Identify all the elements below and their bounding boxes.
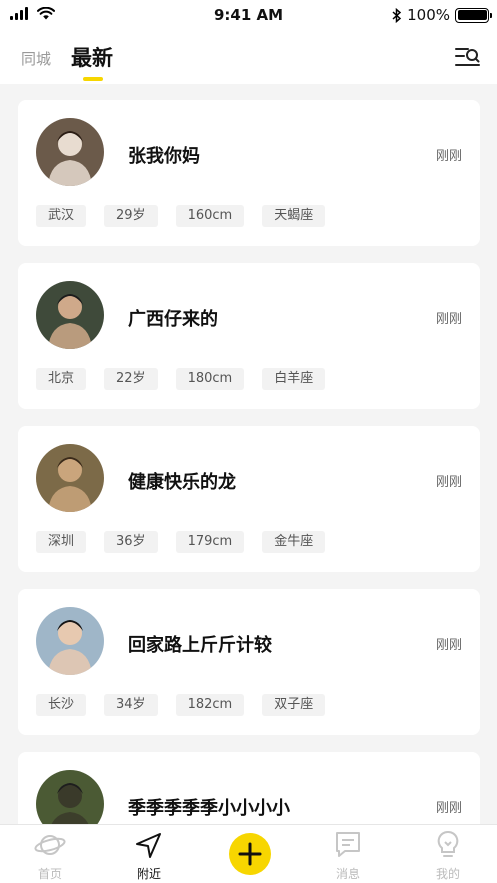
avatar[interactable] [36,607,104,675]
user-tag: 双子座 [262,694,326,716]
user-tag: 长沙 [36,694,87,716]
user-card[interactable]: 回家路上斤斤计较 刚刚长沙 34岁 182cm 双子座 [18,589,480,735]
tab-home[interactable]: 首页 [20,829,80,882]
user-tag: 180cm [175,368,245,390]
user-tag: 深圳 [36,531,87,553]
user-card[interactable]: 健康快乐的龙 刚刚深圳 36岁 179cm 金牛座 [18,426,480,572]
user-tag: 武汉 [36,205,87,227]
post-time: 刚刚 [435,638,462,653]
post-time: 刚刚 [435,149,462,164]
status-right: 100% [392,6,492,24]
user-name: 季季季季季小小小小 [128,798,290,819]
battery-icon [455,7,492,23]
lightbulb-icon [437,830,459,857]
tab-messages[interactable]: 消息 [318,829,378,882]
tab-mine-label: 我的 [435,867,460,881]
user-tags: 武汉 29岁 160cm 天蝎座 [36,205,326,227]
user-tag: 182cm [175,694,245,716]
avatar[interactable] [36,281,104,349]
user-card[interactable]: 广西仔来的 刚刚北京 22岁 180cm 白羊座 [18,263,480,409]
user-tags: 深圳 36岁 179cm 金牛座 [36,531,326,553]
user-tag: 29岁 [104,205,158,227]
user-tag: 179cm [175,531,245,553]
avatar[interactable] [36,118,104,186]
post-time: 刚刚 [435,312,462,327]
planet-icon [34,835,66,855]
user-tag: 天蝎座 [262,205,326,227]
battery-fill [457,10,487,20]
tab-nearby[interactable]: 同城 [21,48,51,69]
publish-button[interactable] [229,833,271,875]
active-tab-indicator [83,77,103,81]
user-tag: 白羊座 [262,368,326,390]
navigation-arrow-icon [136,833,161,858]
user-list: 张我你妈 刚刚 武汉 29岁 160cm 天蝎座 广西仔来的 刚刚 北京 22岁 180cm 白羊座健… [18,100,480,883]
status-bar: 9:41 AM 100% [0,0,497,30]
user-name: 广西仔来的 [128,309,218,330]
top-nav: 同城 最新 [0,30,497,84]
post-time: 刚刚 [435,475,462,490]
user-name: 张我你妈 [128,146,200,167]
tab-mine[interactable]: 我的 [418,829,478,882]
user-tag: 34岁 [104,694,158,716]
post-time: 刚刚 [435,801,462,816]
user-tag: 金牛座 [262,531,326,553]
user-tag: 160cm [175,205,245,227]
bottom-tab-bar: 首页 附近 消息 我的 [0,824,497,883]
user-name: 健康快乐的龙 [128,472,236,493]
tab-nearby-bottom[interactable]: 附近 [119,829,179,882]
user-tag: 22岁 [104,368,158,390]
app-screen: 9:41 AM 100% 同城 最新 张我你妈 刚刚 武汉 29岁 160cm 天蝎座 广西… [0,0,497,883]
tab-home-label: 首页 [37,867,62,881]
user-name: 回家路上斤斤计较 [128,635,272,656]
tab-nearby-label: 附近 [136,867,161,881]
tab-latest[interactable]: 最新 [71,42,113,72]
user-tags: 北京 22岁 180cm 白羊座 [36,368,326,390]
user-tag: 北京 [36,368,87,390]
plus-icon [238,842,262,866]
user-tag: 36岁 [104,531,158,553]
user-tags: 长沙 34岁 182cm 双子座 [36,694,326,716]
filter-search-icon[interactable] [455,46,481,68]
tab-messages-label: 消息 [335,867,360,881]
avatar[interactable] [36,444,104,512]
battery-percent: 100% [407,6,450,24]
bluetooth-icon [392,7,402,23]
user-card[interactable]: 张我你妈 刚刚武汉 29岁 160cm 天蝎座 [18,100,480,246]
message-icon [336,832,360,857]
